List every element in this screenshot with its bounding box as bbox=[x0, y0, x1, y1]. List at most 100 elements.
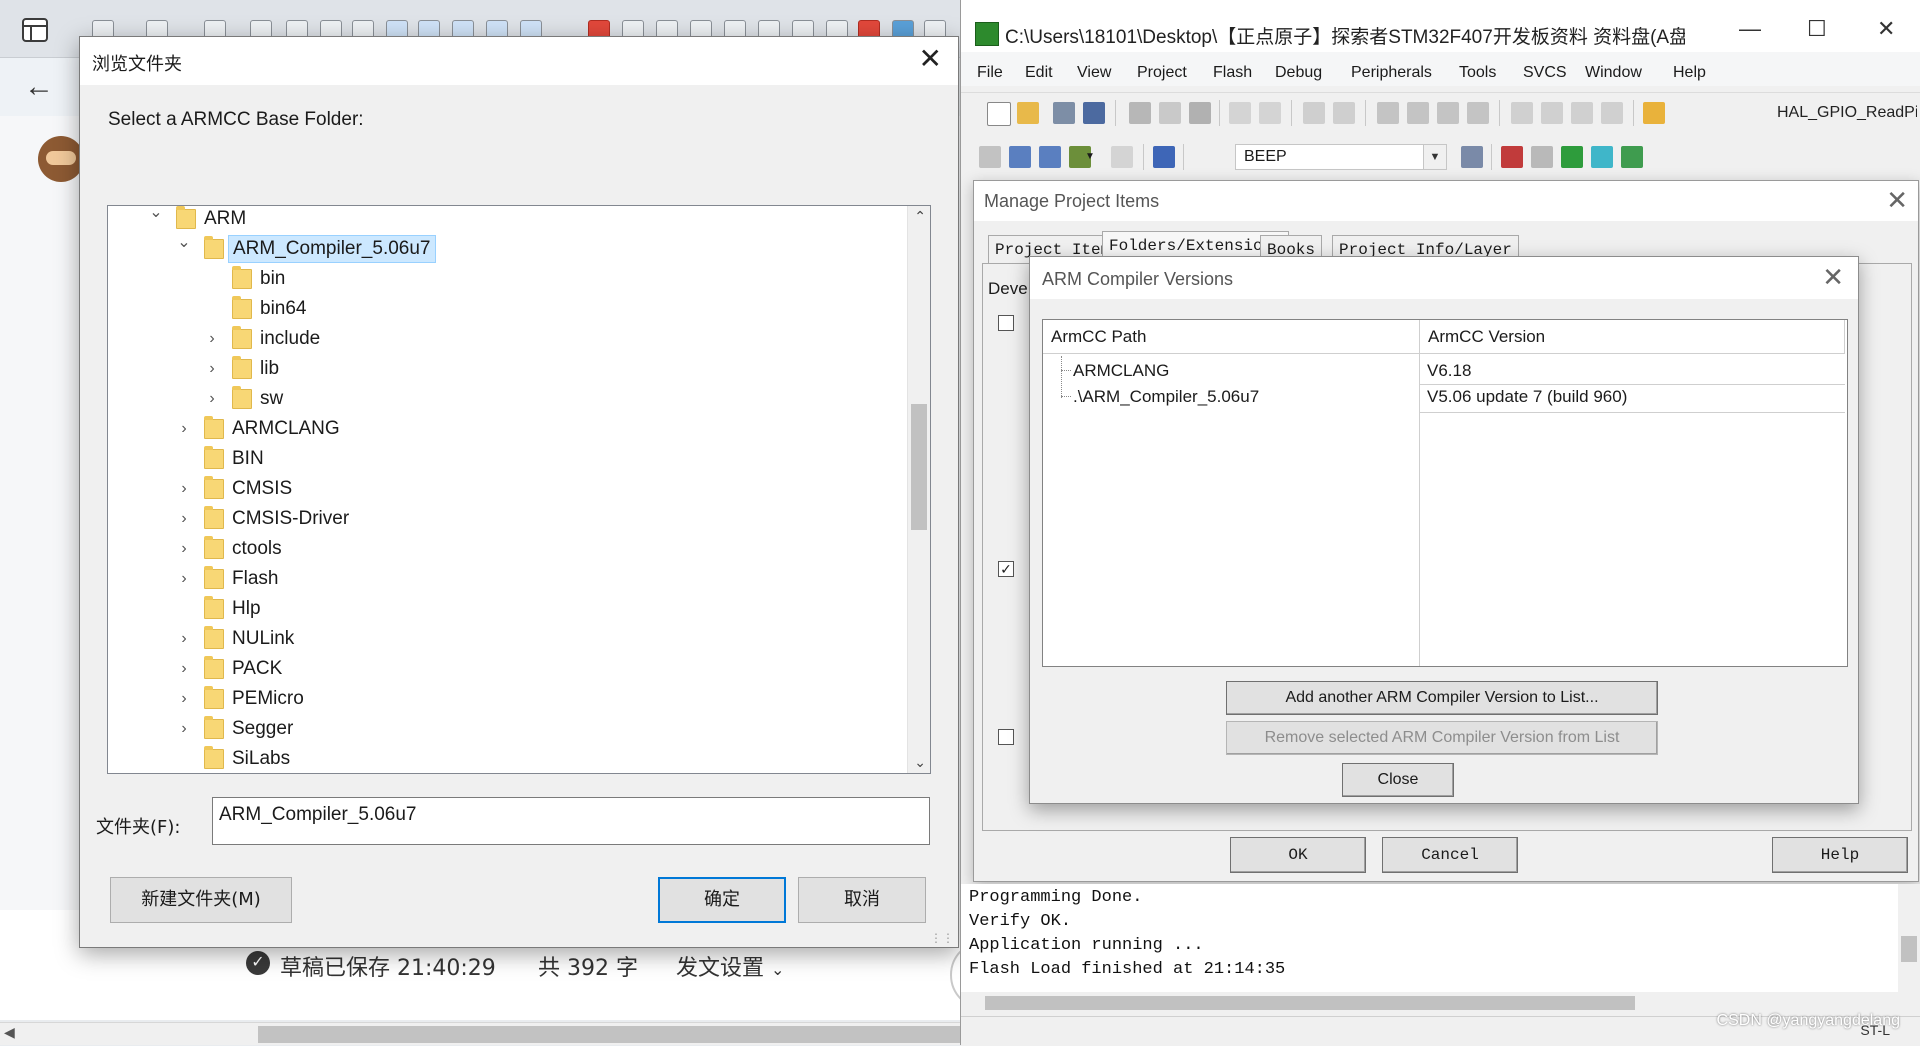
add-compiler-button[interactable]: Add another ARM Compiler Version to List… bbox=[1226, 681, 1658, 715]
new-folder-button[interactable]: 新建文件夹(M) bbox=[110, 877, 292, 923]
chevron-right-icon[interactable]: › bbox=[174, 654, 194, 684]
pack-installer-icon[interactable] bbox=[1591, 146, 1613, 168]
menu-help[interactable]: Help bbox=[1673, 64, 1706, 82]
run-environment-icon[interactable] bbox=[1621, 146, 1643, 168]
chevron-down-icon[interactable]: ⌄ bbox=[146, 206, 166, 228]
tree-item[interactable]: Hlp bbox=[108, 594, 898, 624]
window-icon[interactable] bbox=[22, 18, 48, 42]
load-download-icon[interactable] bbox=[1153, 146, 1175, 168]
compiler-list[interactable]: ArmCC Path ArmCC Version ARMCLANG V6.18 … bbox=[1042, 319, 1848, 667]
manage-project-items-icon[interactable] bbox=[1501, 146, 1523, 168]
column-header-version[interactable]: ArmCC Version bbox=[1420, 320, 1845, 354]
tree-item[interactable]: › NULink bbox=[108, 624, 898, 654]
tree-item[interactable]: › PEMicro bbox=[108, 684, 898, 714]
ok-button[interactable]: OK bbox=[1230, 837, 1366, 873]
menu-file[interactable]: File bbox=[977, 64, 1003, 82]
chevron-right-icon[interactable]: › bbox=[174, 534, 194, 564]
tree-item[interactable]: › Flash bbox=[108, 564, 898, 594]
manage-rte-icon[interactable] bbox=[1531, 146, 1553, 168]
menu-debug[interactable]: Debug bbox=[1275, 64, 1322, 82]
chevron-right-icon[interactable]: › bbox=[174, 684, 194, 714]
chevron-right-icon[interactable]: › bbox=[174, 564, 194, 594]
scroll-down-icon[interactable]: ⌄ bbox=[914, 754, 926, 771]
tree-item[interactable]: › Segger bbox=[108, 714, 898, 744]
minimize-icon[interactable]: — bbox=[1739, 16, 1761, 42]
chevron-right-icon[interactable]: › bbox=[202, 384, 222, 414]
bookmark-prev-icon[interactable] bbox=[1407, 102, 1429, 124]
bookmark-next-icon[interactable] bbox=[1437, 102, 1459, 124]
stop-build-icon[interactable] bbox=[1111, 146, 1133, 168]
comment-icon[interactable] bbox=[1571, 102, 1593, 124]
help-button[interactable]: Help bbox=[1772, 837, 1908, 873]
folder-tree[interactable]: ⌄ ARM ⌄ ARM_Compiler_5.06u7 bin bin64 › include… bbox=[107, 205, 931, 774]
menu-flash[interactable]: Flash bbox=[1213, 64, 1252, 82]
nav-forward-icon[interactable] bbox=[1333, 102, 1355, 124]
tree-item[interactable]: › ARMCLANG bbox=[108, 414, 898, 444]
undo-icon[interactable] bbox=[1229, 102, 1251, 124]
indent-icon[interactable] bbox=[1511, 102, 1533, 124]
bookmark-clear-icon[interactable] bbox=[1467, 102, 1489, 124]
new-file-icon[interactable] bbox=[987, 102, 1011, 126]
close-icon[interactable]: ✕ bbox=[1886, 185, 1908, 216]
rebuild-icon[interactable] bbox=[1039, 146, 1061, 168]
menu-view[interactable]: View bbox=[1077, 64, 1111, 82]
chevron-right-icon[interactable]: › bbox=[174, 504, 194, 534]
tree-item[interactable]: SiLabs bbox=[108, 744, 898, 773]
publish-settings-button[interactable]: 发文设置 ⌄ bbox=[676, 950, 784, 982]
tree-item[interactable]: › lib bbox=[108, 354, 898, 384]
find-in-files-icon[interactable] bbox=[1643, 102, 1665, 124]
menu-svcs[interactable]: SVCS bbox=[1523, 64, 1567, 82]
scrollbar-thumb[interactable] bbox=[258, 1026, 960, 1043]
redo-icon[interactable] bbox=[1259, 102, 1281, 124]
tree-item[interactable]: bin bbox=[108, 264, 898, 294]
compiler-version-cell[interactable]: V5.06 update 7 (build 960) bbox=[1427, 382, 1627, 412]
ok-button[interactable]: 确定 bbox=[658, 877, 786, 923]
chevron-right-icon[interactable]: › bbox=[174, 714, 194, 744]
function-search-field[interactable]: HAL_GPIO_ReadPin bbox=[1777, 98, 1917, 128]
options-for-target-icon[interactable] bbox=[1461, 146, 1483, 168]
maximize-icon[interactable]: ☐ bbox=[1807, 16, 1827, 42]
checkbox-checked[interactable]: ✓ bbox=[998, 561, 1014, 577]
tree-item[interactable]: › CMSIS-Driver bbox=[108, 504, 898, 534]
cut-icon[interactable] bbox=[1129, 102, 1151, 124]
paste-icon[interactable] bbox=[1189, 102, 1211, 124]
menu-project[interactable]: Project bbox=[1137, 64, 1187, 82]
tree-item[interactable]: › sw bbox=[108, 384, 898, 414]
tree-item[interactable]: BIN bbox=[108, 444, 898, 474]
scroll-left-icon[interactable]: ◀ bbox=[4, 1024, 15, 1041]
build-icon[interactable] bbox=[1009, 146, 1031, 168]
checkbox[interactable] bbox=[998, 729, 1014, 745]
nav-back-icon[interactable] bbox=[1303, 102, 1325, 124]
save-icon[interactable] bbox=[1053, 102, 1075, 124]
tree-item[interactable]: › include bbox=[108, 324, 898, 354]
chevron-right-icon[interactable]: › bbox=[174, 624, 194, 654]
menu-edit[interactable]: Edit bbox=[1025, 64, 1053, 82]
translate-icon[interactable] bbox=[979, 146, 1001, 168]
column-header-path[interactable]: ArmCC Path bbox=[1043, 320, 1420, 354]
scrollbar-thumb[interactable] bbox=[911, 404, 927, 530]
cancel-button[interactable]: 取消 bbox=[798, 877, 926, 923]
chevron-down-icon[interactable]: ⌄ bbox=[174, 228, 194, 258]
tree-item[interactable]: › ctools bbox=[108, 534, 898, 564]
build-output-panel[interactable]: Programming Done. Verify OK. Application… bbox=[961, 884, 1909, 994]
close-icon[interactable]: ✕ bbox=[1877, 16, 1895, 42]
target-select[interactable]: BEEP ▼ bbox=[1235, 144, 1447, 170]
select-packs-icon[interactable] bbox=[1561, 146, 1583, 168]
chevron-down-icon[interactable]: ▼ bbox=[1085, 146, 1099, 168]
save-all-icon[interactable] bbox=[1083, 102, 1105, 124]
close-icon[interactable]: ✕ bbox=[919, 44, 942, 74]
bookmark-icon[interactable] bbox=[1377, 102, 1399, 124]
copy-icon[interactable] bbox=[1159, 102, 1181, 124]
resize-grip-icon[interactable]: ⋮⋮ bbox=[930, 931, 954, 945]
tree-item[interactable]: › PACK bbox=[108, 654, 898, 684]
tree-item[interactable]: ⌄ ARM bbox=[108, 206, 898, 234]
menu-peripherals[interactable]: Peripherals bbox=[1351, 64, 1432, 82]
arrow-left-icon[interactable]: ← bbox=[24, 72, 54, 102]
scrollbar-thumb[interactable] bbox=[1901, 936, 1917, 962]
close-icon[interactable]: ✕ bbox=[1822, 262, 1844, 293]
folder-path-input[interactable]: ARM_Compiler_5.06u7 bbox=[212, 797, 930, 845]
avatar[interactable] bbox=[38, 136, 84, 182]
tree-item[interactable]: › CMSIS bbox=[108, 474, 898, 504]
menu-window[interactable]: Window bbox=[1585, 64, 1642, 82]
chevron-right-icon[interactable]: › bbox=[202, 324, 222, 354]
